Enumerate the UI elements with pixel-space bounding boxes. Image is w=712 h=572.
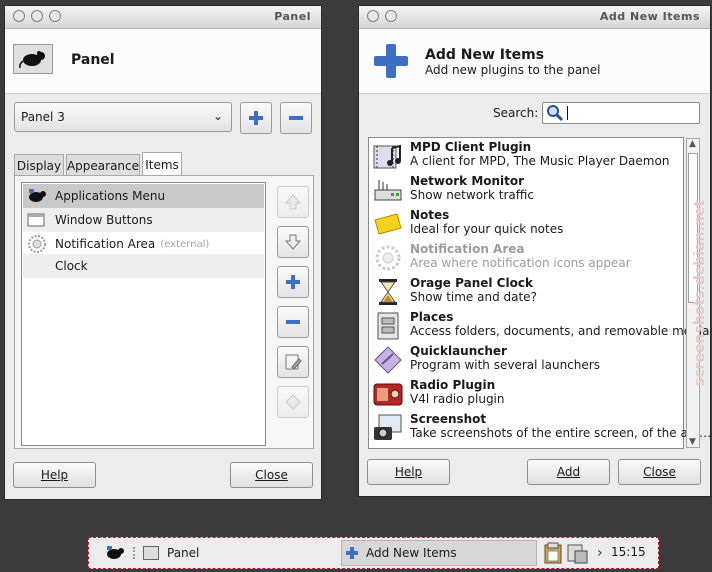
search-input[interactable] xyxy=(542,102,700,124)
window-title: Add New Items xyxy=(599,10,700,23)
notes-tray-icon[interactable] xyxy=(567,542,589,567)
info-icon xyxy=(285,394,301,410)
list-item[interactable]: Notification Area Area where notificatio… xyxy=(370,241,682,275)
panel-preferences-window: Panel Panel Panel 3 ⌄ Display Appearance… xyxy=(4,5,322,500)
panel-select-value: Panel 3 xyxy=(21,110,65,124)
clipboard-icon[interactable] xyxy=(543,542,563,567)
tab-items[interactable]: Items xyxy=(142,152,182,177)
add-item-button[interactable] xyxy=(277,266,309,298)
close-button[interactable]: Close xyxy=(230,462,313,488)
scroll-down-icon[interactable]: ▼ xyxy=(689,437,696,447)
tab-display[interactable]: Display xyxy=(14,154,64,176)
item-label: Applications Menu xyxy=(55,189,166,203)
panel-select[interactable]: Panel 3 ⌄ xyxy=(14,102,232,132)
maximize-window-button[interactable] xyxy=(31,10,43,22)
watermark: screenshots.debian.net xyxy=(692,200,708,386)
move-down-button[interactable] xyxy=(277,226,309,258)
move-up-button[interactable] xyxy=(277,186,309,218)
remove-item-button[interactable] xyxy=(277,306,309,338)
list-item[interactable]: Quicklauncher Program with several launc… xyxy=(370,343,682,377)
list-item[interactable]: MPD Client Plugin A client for MPD, The … xyxy=(370,139,682,173)
list-item[interactable]: Applications Menu xyxy=(23,184,264,208)
help-button[interactable]: Help xyxy=(13,462,96,488)
task-panel[interactable]: Panel xyxy=(141,541,337,565)
arrow-down-icon xyxy=(284,234,302,250)
item-label: Clock xyxy=(55,259,88,273)
radio-icon xyxy=(372,379,404,409)
list-item[interactable]: Clock xyxy=(23,254,264,278)
list-item[interactable]: Notes Ideal for your quick notes xyxy=(370,207,682,241)
tray-arrow-icon[interactable]: › xyxy=(597,545,603,561)
text-cursor xyxy=(567,106,568,120)
titlebar: Panel xyxy=(5,6,321,29)
task-label: Panel xyxy=(167,546,200,560)
places-icon xyxy=(372,311,404,341)
notes-icon xyxy=(372,209,404,239)
header-title: Add New Items xyxy=(425,47,545,63)
notification-area-icon xyxy=(372,243,404,273)
add-icon xyxy=(374,44,408,78)
list-item[interactable]: Screenshot Take screenshots of the entir… xyxy=(370,411,711,445)
task-add-new-items[interactable]: Add New Items xyxy=(341,540,537,566)
network-monitor-icon xyxy=(372,175,404,205)
panel-window-icon xyxy=(143,546,159,560)
hourglass-icon xyxy=(372,277,404,307)
plugin-list[interactable]: MPD Client Plugin A client for MPD, The … xyxy=(368,137,711,449)
applications-menu-icon[interactable] xyxy=(104,543,126,563)
titlebar: Add New Items xyxy=(359,6,710,29)
plus-icon xyxy=(249,111,263,125)
minus-icon xyxy=(289,116,303,120)
header: Add New Items Add new plugins to the pan… xyxy=(359,29,710,94)
properties-icon xyxy=(285,354,302,370)
tab-appearance[interactable]: Appearance xyxy=(66,154,140,176)
add-new-items-window: Add New Items Add New Items Add new plug… xyxy=(358,5,711,497)
maximize-window-button[interactable] xyxy=(385,10,397,22)
mpd-client-icon xyxy=(372,141,404,171)
add-panel-button[interactable] xyxy=(240,102,272,134)
plus-icon xyxy=(346,547,358,559)
about-item-button[interactable] xyxy=(277,386,309,418)
item-note: (external) xyxy=(160,238,210,250)
list-item[interactable]: Notification Area (external) xyxy=(23,232,264,256)
list-item[interactable]: Places Access folders, documents, and re… xyxy=(370,309,710,343)
items-list[interactable]: Applications Menu Window Buttons Notific… xyxy=(21,182,266,446)
arrow-up-icon xyxy=(284,194,302,210)
minimize-window-button[interactable] xyxy=(49,10,61,22)
close-button[interactable]: Close xyxy=(618,459,701,485)
add-button[interactable]: Add xyxy=(527,459,610,485)
remove-panel-button[interactable] xyxy=(280,102,312,134)
screenshot-icon xyxy=(372,413,404,443)
applications-menu-icon xyxy=(25,186,49,206)
header-title: Panel xyxy=(71,52,115,68)
plus-icon xyxy=(286,275,300,289)
search-icon xyxy=(547,105,564,122)
panel-mouse-icon xyxy=(13,44,53,74)
task-label: Add New Items xyxy=(366,546,457,560)
close-window-button[interactable] xyxy=(367,10,379,22)
panel-bar: Panel Add New Items › 15:15 xyxy=(88,537,659,569)
notification-area-icon xyxy=(25,234,49,254)
chevron-down-icon: ⌄ xyxy=(212,109,223,123)
list-item[interactable]: Orage Panel Clock Show time and date? xyxy=(370,275,682,309)
list-item[interactable]: Network Monitor Show network traffic xyxy=(370,173,682,207)
window-buttons-icon xyxy=(25,210,49,230)
edit-item-button[interactable] xyxy=(277,346,309,378)
item-label: Notification Area xyxy=(55,237,156,251)
list-item[interactable]: Window Buttons xyxy=(23,208,264,232)
window-title: Panel xyxy=(274,10,311,23)
clock-icon xyxy=(25,256,49,276)
help-button[interactable]: Help xyxy=(367,459,450,485)
scroll-up-icon[interactable]: ▲ xyxy=(689,139,696,149)
clock[interactable]: 15:15 xyxy=(611,545,646,559)
tab-content: Applications Menu Window Buttons Notific… xyxy=(14,175,314,449)
close-window-button[interactable] xyxy=(13,10,25,22)
panel-handle[interactable] xyxy=(133,547,137,559)
list-item[interactable]: Radio Plugin V4l radio plugin xyxy=(370,377,682,411)
minus-icon xyxy=(286,320,300,324)
quicklauncher-icon xyxy=(372,345,404,375)
header-subtitle: Add new plugins to the panel xyxy=(425,63,601,77)
search-label: Search: xyxy=(493,106,539,120)
header: Panel xyxy=(5,29,321,94)
item-label: Window Buttons xyxy=(55,213,153,227)
